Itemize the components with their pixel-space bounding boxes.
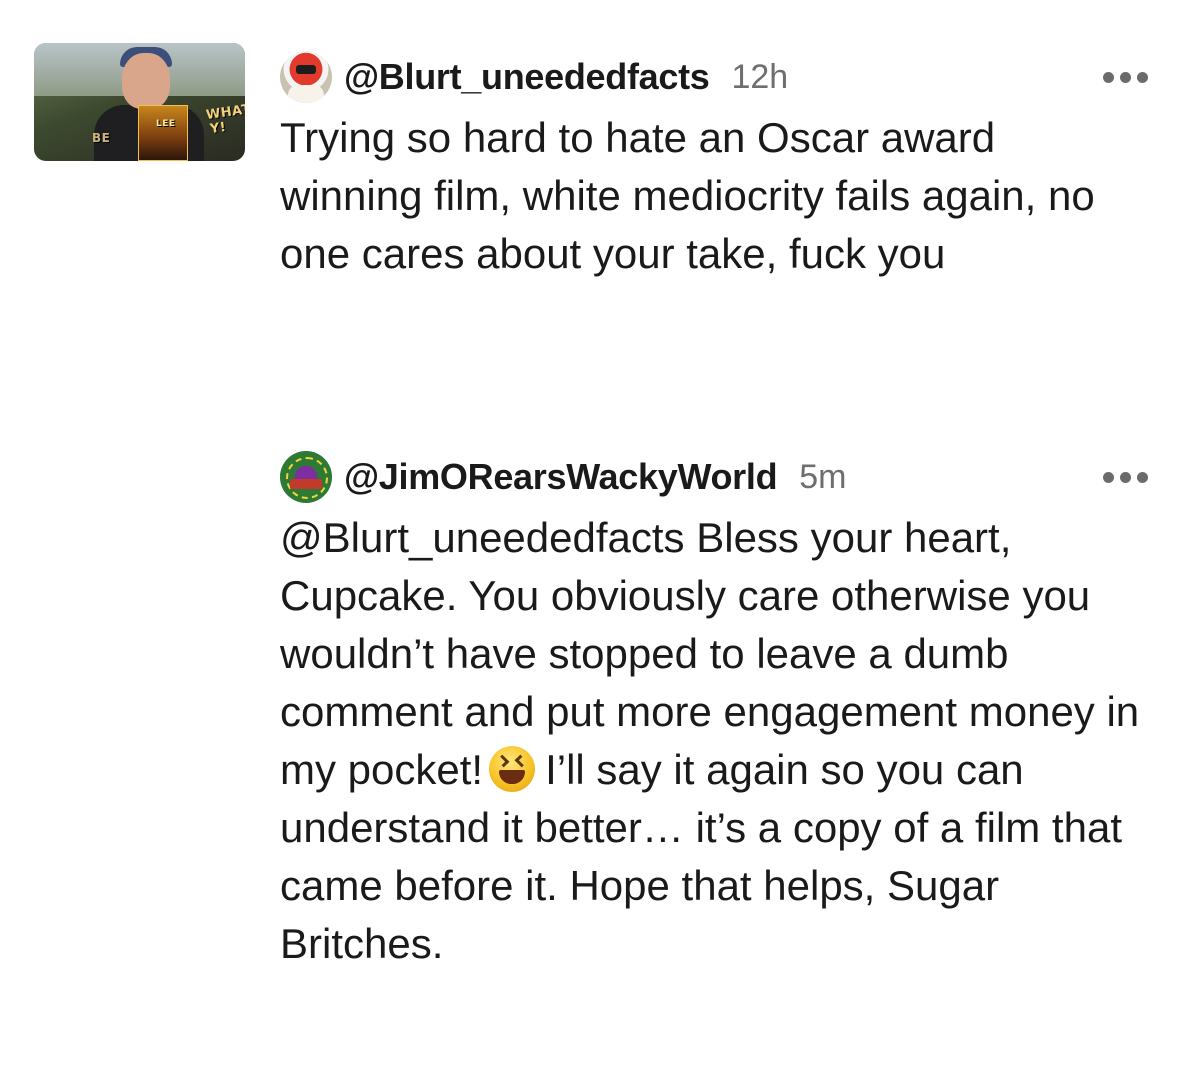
power-ranger-avatar-icon	[296, 65, 316, 74]
video-thumbnail[interactable]: WHAT Y! LEE BE	[34, 43, 245, 161]
comment-header: @Blurt_uneededfacts 12h	[280, 47, 1160, 107]
more-dot-icon	[1103, 71, 1114, 83]
thumbnail-overlay-text: Y!	[209, 119, 228, 138]
comment-reply: @JimORearsWackyWorld 5m @Blurt_uneededfa…	[280, 447, 1160, 973]
thumbnail-movie-poster	[138, 105, 188, 161]
more-dot-icon	[1120, 71, 1131, 83]
avatar-body-shape	[288, 85, 324, 103]
more-dot-icon	[1120, 471, 1131, 483]
comment-header: @JimORearsWackyWorld 5m	[280, 447, 1160, 507]
more-dot-icon	[1137, 471, 1148, 483]
avatar[interactable]	[280, 451, 332, 503]
comment-username[interactable]: @Blurt_uneededfacts	[344, 56, 710, 98]
comment-text: Trying so hard to hate an Oscar award wi…	[280, 114, 1095, 277]
comment: @Blurt_uneededfacts 12h Trying so hard t…	[280, 47, 1160, 283]
more-dot-icon	[1103, 471, 1114, 483]
grinning-squinting-face-emoji-icon	[489, 746, 536, 792]
more-options-button[interactable]	[1103, 466, 1148, 489]
comment-text: @Blurt_uneededfacts Bless your heart, Cu…	[280, 509, 1160, 973]
comment-timestamp: 12h	[731, 57, 789, 96]
comment-timestamp: 5m	[799, 457, 847, 496]
wacky-world-logo-avatar-icon	[286, 457, 328, 499]
more-dot-icon	[1137, 71, 1148, 83]
comment-username[interactable]: @JimORearsWackyWorld	[344, 456, 778, 498]
avatar-tag-shape	[290, 479, 322, 489]
more-options-button[interactable]	[1103, 66, 1148, 89]
thumbnail-overlay-text: BE	[92, 131, 111, 145]
thumbnail-overlay-text: LEE	[156, 119, 176, 129]
thumbnail-person-head	[122, 53, 170, 109]
avatar[interactable]	[280, 51, 332, 103]
